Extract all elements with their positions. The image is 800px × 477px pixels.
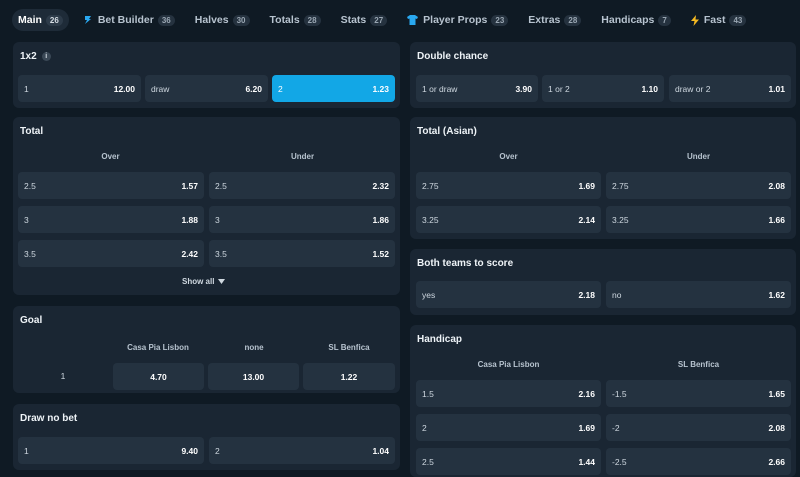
odd-button[interactable]: 3.5 1.52 bbox=[209, 240, 395, 267]
tab-extras[interactable]: Extras 28 bbox=[522, 9, 587, 31]
tab-label: Extras bbox=[528, 14, 561, 26]
tab-label: Handicaps bbox=[601, 14, 655, 26]
tab-count: 7 bbox=[658, 14, 671, 26]
column-header-over: Over bbox=[101, 152, 120, 161]
market-draw-no-bet: Draw no bet 1 9.40 2 1.04 bbox=[13, 404, 400, 470]
tab-label: Main bbox=[18, 14, 42, 26]
odd-button[interactable]: 2 1.04 bbox=[209, 437, 395, 464]
market-title: Draw no bet bbox=[20, 413, 78, 424]
column-header-away: SL Benfica bbox=[677, 360, 720, 369]
tab-count: 36 bbox=[157, 14, 175, 26]
tab-halves[interactable]: Halves 30 bbox=[189, 9, 256, 31]
market-title: Handicap bbox=[417, 334, 463, 345]
tab-handicaps[interactable]: Handicaps 7 bbox=[595, 9, 677, 31]
market-1x2: 1x2 i 1 12.00 draw 6.20 2 1.23 bbox=[13, 42, 400, 108]
column-header-away: SL Benfica bbox=[328, 343, 370, 352]
odd-button[interactable]: no 1.62 bbox=[606, 281, 791, 308]
tab-count: 23 bbox=[491, 14, 509, 26]
odd-button[interactable]: 1.22 bbox=[303, 363, 395, 390]
odd-button[interactable]: 2.5 2.32 bbox=[209, 172, 395, 199]
column-header-home: Casa Pia Lisbon bbox=[127, 343, 189, 352]
market-title: Double chance bbox=[417, 51, 489, 62]
odd-button[interactable]: 3.25 1.66 bbox=[606, 206, 791, 233]
tab-main[interactable]: Main 26 bbox=[12, 9, 69, 31]
odd-button[interactable]: 3.25 2.14 bbox=[416, 206, 601, 233]
odd-button[interactable]: 2.5 1.57 bbox=[18, 172, 204, 199]
row-label: 1 bbox=[60, 371, 66, 381]
market-both-teams-to-score: Both teams to score yes 2.18 no 1.62 bbox=[410, 249, 796, 315]
odd-button[interactable]: draw or 2 1.01 bbox=[669, 75, 791, 102]
odd-button[interactable]: 2 1.69 bbox=[416, 414, 601, 441]
market-total: Total Over Under 2.5 1.57 2.5 2.32 3 1.8… bbox=[13, 117, 400, 295]
tab-fast[interactable]: Fast 43 bbox=[685, 9, 753, 31]
odd-button[interactable]: 3 1.88 bbox=[18, 206, 204, 233]
column-header-under: Under bbox=[290, 152, 315, 161]
chevron-down-icon bbox=[218, 277, 226, 286]
odd-button[interactable]: 2.5 1.44 bbox=[416, 448, 601, 475]
market-goal: Goal Casa Pia Lisbon none SL Benfica 1 4… bbox=[13, 306, 400, 393]
tab-label: Fast bbox=[703, 14, 726, 26]
market-title: Total bbox=[20, 126, 44, 137]
odd-button-selected[interactable]: 2 1.23 bbox=[272, 75, 395, 102]
tab-label: Player Props bbox=[423, 14, 488, 26]
tab-count: 27 bbox=[370, 14, 388, 26]
market-double-chance: Double chance 1 or draw 3.90 1 or 2 1.10… bbox=[410, 42, 796, 108]
tab-label: Stats bbox=[340, 14, 367, 26]
odd-button[interactable]: 13.00 bbox=[208, 363, 299, 390]
info-icon[interactable]: i bbox=[41, 52, 51, 61]
odd-button[interactable]: -1.5 1.65 bbox=[606, 380, 791, 407]
jersey-icon bbox=[407, 15, 419, 25]
tab-count: 43 bbox=[729, 14, 747, 26]
tab-label: Halves bbox=[194, 14, 229, 26]
market-title: 1x2 i bbox=[20, 51, 51, 62]
odd-button[interactable]: -2 2.08 bbox=[606, 414, 791, 441]
tab-player-props[interactable]: Player Props 23 bbox=[401, 9, 514, 31]
odd-button[interactable]: 1.5 2.16 bbox=[416, 380, 601, 407]
tab-totals[interactable]: Totals 28 bbox=[264, 9, 327, 31]
tab-label: Totals bbox=[269, 14, 300, 26]
market-title: Total (Asian) bbox=[417, 126, 477, 137]
odd-button[interactable]: 1 or draw 3.90 bbox=[416, 75, 538, 102]
tab-count: 26 bbox=[45, 14, 63, 26]
odd-button[interactable]: 1 or 2 1.10 bbox=[542, 75, 664, 102]
column-header-over: Over bbox=[499, 152, 518, 161]
market-handicap: Handicap Casa Pia Lisbon SL Benfica 1.5 … bbox=[410, 325, 796, 477]
odd-button[interactable]: 1 9.40 bbox=[18, 437, 204, 464]
tab-stats[interactable]: Stats 27 bbox=[335, 9, 394, 31]
column-header-home: Casa Pia Lisbon bbox=[477, 360, 540, 369]
tab-bet-builder[interactable]: Bet Builder 36 bbox=[77, 9, 181, 31]
odd-button[interactable]: -2.5 2.66 bbox=[606, 448, 791, 475]
lightning-icon bbox=[690, 14, 699, 26]
market-tabs: Main 26 Bet Builder 36 Halves 30 Totals … bbox=[12, 9, 752, 31]
odd-button[interactable]: 4.70 bbox=[113, 363, 204, 390]
odd-button[interactable]: 1 12.00 bbox=[18, 75, 141, 102]
odd-button[interactable]: 2.75 1.69 bbox=[416, 172, 601, 199]
odd-button[interactable]: 3.5 2.42 bbox=[18, 240, 204, 267]
market-title: Both teams to score bbox=[417, 258, 514, 269]
odd-button[interactable]: draw 6.20 bbox=[145, 75, 268, 102]
tab-count: 28 bbox=[303, 14, 321, 26]
column-header-none: none bbox=[244, 343, 264, 352]
market-total-asian: Total (Asian) Over Under 2.75 1.69 2.75 … bbox=[410, 117, 796, 239]
tab-label: Bet Builder bbox=[97, 14, 154, 26]
column-header-under: Under bbox=[686, 152, 711, 161]
odd-button[interactable]: 2.75 2.08 bbox=[606, 172, 791, 199]
odd-button[interactable]: 3 1.86 bbox=[209, 206, 395, 233]
market-title: Goal bbox=[20, 315, 43, 326]
show-all-button[interactable]: Show all bbox=[182, 277, 226, 286]
tab-count: 28 bbox=[564, 14, 582, 26]
odd-button[interactable]: yes 2.18 bbox=[416, 281, 601, 308]
tab-count: 30 bbox=[232, 14, 250, 26]
bet-builder-icon bbox=[83, 15, 93, 25]
